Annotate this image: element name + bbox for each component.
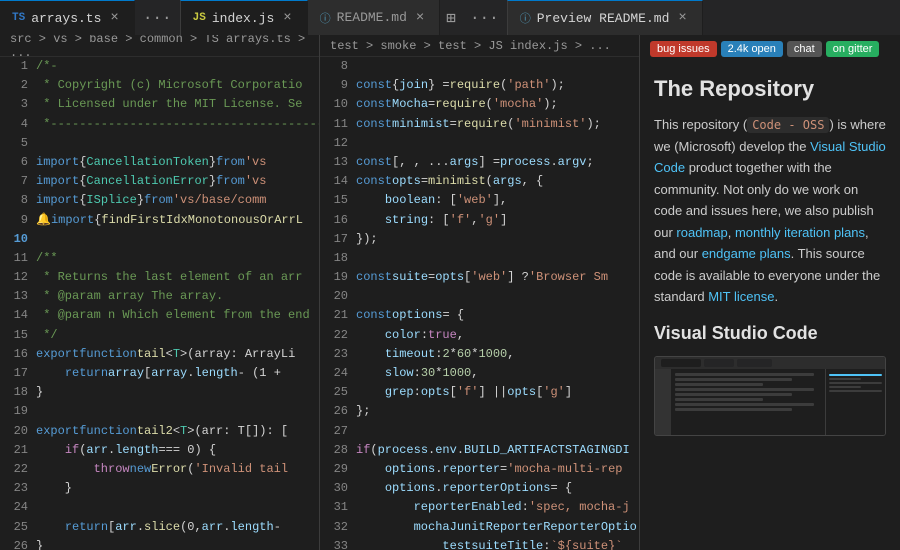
split-icon[interactable]: ⊞ (440, 0, 462, 35)
left-editor-panel: src > vs > base > common > TS arrays.ts … (0, 35, 320, 550)
code-content-left[interactable]: /*- * Copyright (c) Microsoft Corporatio… (36, 57, 319, 550)
code-editor-left[interactable]: 12345 678910 1112131415 1617181920 21222… (0, 57, 319, 550)
readme-panel: bug issues 2.4k open chat on gitter The … (640, 35, 900, 550)
vscode-thumbnail (654, 356, 886, 436)
readme-link-vscode[interactable]: Visual Studio Code (654, 139, 886, 175)
md-icon: ⓘ (320, 10, 331, 26)
readme-heading2: Visual Studio Code (654, 319, 886, 348)
tab-close-preview[interactable]: × (675, 9, 689, 27)
tab-close-index[interactable]: × (280, 9, 294, 27)
tab-label-arrays: arrays.ts (31, 11, 101, 26)
tab-label-index: index.js (212, 11, 274, 26)
breadcrumb-middle-text: test > smoke > test > JS index.js > ... (330, 39, 611, 53)
readme-paragraph1: This repository (Code - OSS) is where we… (654, 114, 886, 307)
badge-chat: chat (787, 41, 822, 57)
readme-link-monthly[interactable]: monthly iteration plans (735, 225, 865, 240)
tab-index-js[interactable]: JS index.js × (180, 0, 308, 35)
readme-content[interactable]: The Repository This repository (Code - O… (640, 63, 900, 550)
content-area: src > vs > base > common > TS arrays.ts … (0, 35, 900, 550)
tab-more-left[interactable]: ··· (135, 0, 180, 35)
tab-label-readme: README.md (337, 10, 407, 25)
tab-label-preview: Preview README.md (537, 11, 670, 26)
readme-link-roadmap[interactable]: roadmap (676, 225, 727, 240)
readme-link-mit[interactable]: MIT license (708, 289, 774, 304)
preview-md-icon: ⓘ (520, 10, 531, 26)
middle-editor-panel: test > smoke > test > JS index.js > ... … (320, 35, 640, 550)
badge-gitter: on gitter (826, 41, 880, 57)
js-icon: JS (193, 12, 206, 24)
readme-link-endgame[interactable]: endgame plans (702, 246, 791, 261)
breadcrumb-left-text: src > vs > base > common > TS arrays.ts … (10, 35, 309, 60)
tab-close-readme[interactable]: × (413, 9, 427, 27)
readme-heading1: The Repository (654, 71, 886, 106)
tab-preview-readme[interactable]: ⓘ Preview README.md × (507, 0, 703, 35)
ts-icon: TS (12, 12, 25, 24)
line-numbers-left: 12345 678910 1112131415 1617181920 21222… (0, 57, 36, 550)
code-content-middle[interactable]: const { join } = require('path'); const … (356, 57, 639, 550)
code-editor-middle[interactable]: 89101112 1314151617 1819202122 232425262… (320, 57, 639, 550)
badge-bug-issues: bug issues (650, 41, 717, 57)
readme-code-oss: Code - OSS (747, 117, 829, 133)
badge-row: bug issues 2.4k open chat on gitter (640, 35, 900, 63)
tab-arrays-ts[interactable]: TS arrays.ts × (0, 0, 135, 35)
tab-more-right[interactable]: ··· (462, 0, 507, 35)
tab-readme-md[interactable]: ⓘ README.md × (308, 0, 441, 35)
badge-open-count: 2.4k open (721, 41, 783, 57)
tab-close-arrays[interactable]: × (107, 9, 121, 27)
breadcrumb-middle: test > smoke > test > JS index.js > ... (320, 35, 639, 57)
line-numbers-middle: 89101112 1314151617 1819202122 232425262… (320, 57, 356, 550)
tab-bar: TS arrays.ts × ··· JS index.js × ⓘ READM… (0, 0, 900, 35)
breadcrumb-left: src > vs > base > common > TS arrays.ts … (0, 35, 319, 57)
